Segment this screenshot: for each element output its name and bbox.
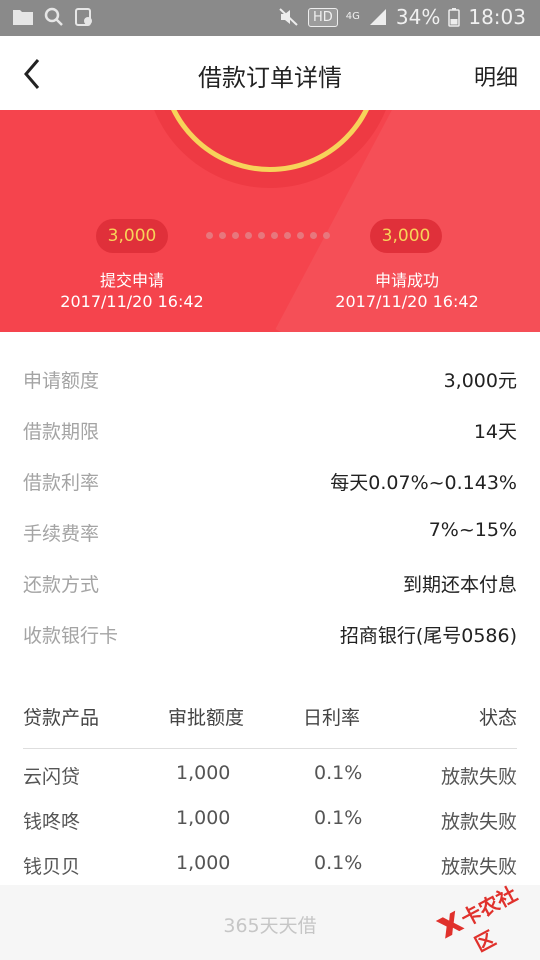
info-label: 收款银行卡 [23,625,119,647]
dot [206,232,213,239]
mute-icon [279,8,298,26]
info-label: 申请额度 [23,370,100,392]
nav-header: 借款订单详情 明细 [0,36,540,110]
dot [284,232,291,239]
cell-approved: 1,000 [176,807,231,829]
table-header-approved: 审批额度 [168,707,245,729]
table-header-product: 贷款产品 [23,707,100,729]
network-type: 4G [345,11,360,22]
info-value: 招商银行(尾号0586) [339,625,517,647]
info-row-repayment: 还款方式 到期还本付息 [0,562,540,602]
cell-rate: 0.1% [314,852,363,874]
cell-approved: 1,000 [176,762,231,784]
info-row-fee: 手续费率 7%~15% [0,511,540,551]
clock: 18:03 [468,5,526,29]
table-header-status: 状态 [478,707,517,729]
cell-rate: 0.1% [314,762,363,784]
page-title: 借款订单详情 [198,64,342,92]
info-label: 还款方式 [23,574,100,596]
info-value: 到期还本付息 [402,574,517,596]
dot [271,232,278,239]
folder-icon [13,10,33,25]
gallery-icon [75,8,92,26]
loan-products-table: 贷款产品 审批额度 日利率 状态 云闪贷 1,000 0.1% 放款失败 钱咚咚… [0,662,540,885]
dot [245,232,252,239]
step-time: 2017/11/20 16:42 [335,292,479,311]
cell-status: 放款失败 [440,811,517,833]
table-divider [23,748,517,749]
step-label: 申请成功 [374,271,439,290]
signal-icon [369,9,386,25]
dot [232,232,239,239]
cell-approved: 1,000 [176,852,231,874]
info-value: 3,000元 [443,370,517,392]
step-submitted: 提交申请 2017/11/20 16:42 [52,270,212,312]
dot [297,232,304,239]
system-icons: HD 4G 34% 18:03 [278,5,526,29]
info-row-rate: 借款利率 每天0.07%~0.143% [0,460,540,500]
table-header-rate: 日利率 [303,707,361,729]
detail-link[interactable]: 明细 [474,60,518,92]
cell-rate: 0.1% [314,807,363,829]
approved-amount-badge: 3,000 [370,219,442,253]
progress-dots [206,232,330,239]
battery-percent: 34% [395,5,441,29]
search-icon [44,7,63,26]
info-label: 借款期限 [23,421,100,443]
battery-icon [448,8,461,27]
status-banner: 3,000 3,000 提交申请 2017/11/20 16:42 申请成功 2… [0,110,540,332]
step-approved: 申请成功 2017/11/20 16:42 [327,270,487,312]
loan-info-list: 申请额度 3,000元 借款期限 14天 借款利率 每天0.07%~0.143%… [0,332,540,662]
info-row-bank-card: 收款银行卡 招商银行(尾号0586) [0,613,540,653]
step-time: 2017/11/20 16:42 [60,292,204,311]
info-value: 每天0.07%~0.143% [330,472,517,494]
cell-product: 钱贝贝 [23,856,81,878]
info-row-term: 借款期限 14天 [0,409,540,449]
info-label: 借款利率 [23,472,100,494]
submitted-amount-badge: 3,000 [96,219,168,253]
cell-product: 钱咚咚 [23,811,81,833]
dot [258,232,265,239]
dot [323,232,330,239]
info-row-amount: 申请额度 3,000元 [0,358,540,398]
notification-icons [12,7,94,27]
status-bar: HD 4G 34% 18:03 [0,0,540,36]
info-label: 手续费率 [23,523,100,545]
dot [310,232,317,239]
dot [219,232,226,239]
cell-status: 放款失败 [440,766,517,788]
info-value: 14天 [473,421,517,443]
cell-product: 云闪贷 [23,766,81,788]
hd-badge: HD [307,7,338,27]
step-label: 提交申请 [99,271,164,290]
info-value: 7%~15% [428,519,517,541]
